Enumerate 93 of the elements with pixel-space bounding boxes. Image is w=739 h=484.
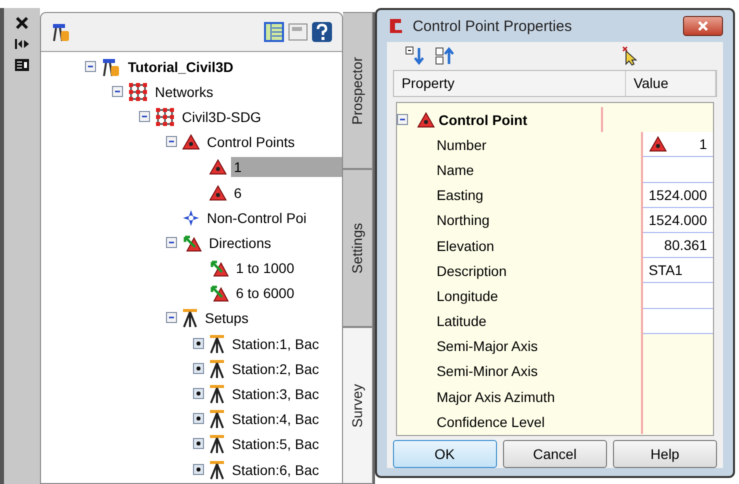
direction-arrow-icon [208,284,229,302]
tree-item[interactable]: Station:6, Bac [228,460,322,480]
dialog-title: Control Point Properties [412,18,573,34]
tree-item[interactable]: 6 [230,182,245,203]
network-grid-icon [154,106,175,127]
value-field[interactable]: 1524.000 [642,208,713,233]
dialog-button[interactable]: Help [612,440,718,468]
property-value: 80.361 [664,237,707,254]
tree-item[interactable]: Networks [152,82,216,102]
expand-icon[interactable] [192,413,207,426]
expand-icon[interactable] [192,464,207,476]
value-field[interactable]: 80.361 [642,232,713,258]
value-field[interactable]: 1 [642,132,713,158]
collapse-icon[interactable] [138,110,153,123]
close-icon [696,20,710,32]
auto-hide-icon[interactable] [14,38,30,50]
tripod-icon [182,308,198,328]
property-name: Latitude [436,313,486,330]
property-name: Easting [436,187,484,204]
value-field[interactable]: STA1 [642,258,713,284]
collapse-icon[interactable] [84,60,99,73]
value-field[interactable] [642,308,713,334]
collapse-icon[interactable] [166,136,180,148]
tree-item[interactable]: Civil3D-SDG [178,106,264,127]
tree-item[interactable]: Setups [202,308,252,328]
help-icon[interactable] [312,22,332,42]
column-header[interactable]: Property [394,71,626,96]
property-name: Semi-Minor Axis [436,363,538,380]
property-name: Longitude [436,288,498,304]
direction-arrow-icon [182,234,202,252]
tree-item[interactable]: 1 to 1000 [232,258,298,278]
tree-item[interactable]: Tutorial_Civil3D [124,56,236,77]
property-name: Northing [436,212,490,228]
tree-item[interactable]: Control Points [204,132,298,152]
tripod-icon [208,460,225,480]
tree-item[interactable]: 6 to 6000 [232,283,298,304]
property-name: Name [436,162,474,178]
property-name: Description [436,262,507,279]
close-button[interactable] [683,16,723,36]
triangle-point-icon [208,184,227,201]
side-tab[interactable]: Survey [342,326,373,484]
tripod-icon [208,409,225,430]
property-name: Elevation [436,238,494,254]
property-value: 1 [699,136,707,152]
item-view-icon[interactable] [264,22,284,42]
property-name: Major Axis Azimuth [436,388,555,405]
expand-icon[interactable] [192,388,207,400]
value-field[interactable] [642,283,713,308]
star-point-icon [182,208,200,227]
value-field[interactable] [642,157,713,183]
expand-icon[interactable] [192,438,207,450]
tree-item[interactable]: 1 [230,157,342,178]
tree-item[interactable]: Station:5, Bac [228,434,322,454]
expand-all-icon[interactable] [434,46,455,66]
triangle-point-icon [416,112,435,128]
tripod-icon [208,358,225,379]
side-tab[interactable]: Prospector [342,12,373,170]
collapse-icon[interactable] [396,114,411,126]
dialog-button[interactable]: Cancel [502,440,607,468]
tripod-icon [208,334,225,354]
collapse-icon[interactable] [112,86,126,98]
tripod-icon [208,384,225,404]
dialog-button[interactable]: OK [392,440,497,468]
direction-arrow-icon [208,259,229,278]
tree-item[interactable]: Station:1, Bac [228,334,322,354]
side-tab[interactable]: Settings [342,169,373,327]
tree-item[interactable]: Station:4, Bac [228,409,322,430]
property-value: 1524.000 [648,186,707,203]
column-header[interactable]: Value [626,71,716,96]
expand-icon[interactable] [192,338,207,350]
triangle-point-icon [182,134,200,150]
expand-icon[interactable] [192,362,207,375]
collapse-icon[interactable] [166,236,180,249]
tree-item[interactable]: Station:3, Bac [228,384,322,404]
triangle-point-icon [208,159,227,176]
property-name: Confidence Level [436,414,545,430]
tree-item[interactable]: Non-Control Poi [204,208,310,228]
property-value: STA1 [648,262,683,278]
tripod-icon [208,434,225,454]
tree-item[interactable]: Directions [206,232,274,253]
property-name: Number [436,136,486,153]
property-value: 1524.000 [648,212,707,228]
triangle-point-icon [648,136,667,152]
property-name: Semi-Major Axis [436,338,538,354]
collapse-all-icon[interactable] [404,46,425,66]
network-grid-icon [128,82,148,102]
value-field[interactable]: 1524.000 [642,182,713,208]
group-label: Control Point [438,112,528,128]
close-icon[interactable] [14,16,29,30]
collapse-icon[interactable] [166,312,180,324]
select-cursor-icon[interactable] [621,46,637,66]
properties-icon[interactable] [14,58,30,72]
tree-item[interactable]: Station:2, Bac [228,358,322,379]
